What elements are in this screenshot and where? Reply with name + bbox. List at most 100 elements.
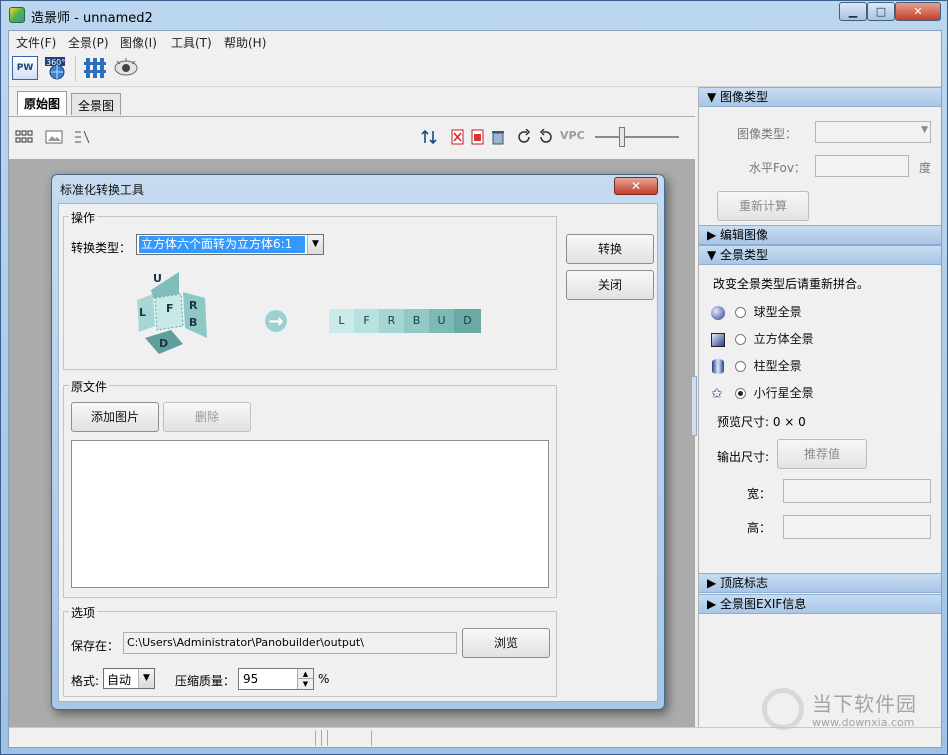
browse-button[interactable]: 浏览 xyxy=(462,628,550,658)
cube-label-b: B xyxy=(189,316,198,329)
minimize-button[interactable]: ▁ xyxy=(839,2,867,21)
status-divider xyxy=(327,730,328,746)
image-view-icon[interactable] xyxy=(45,129,63,145)
radio-cube[interactable] xyxy=(734,334,746,345)
section-edit-image-label: 编辑图像 xyxy=(720,228,769,242)
format-label: 格式: xyxy=(71,674,100,688)
option-cube[interactable]: 立方体全景 xyxy=(711,330,814,350)
delete-selected-icon[interactable] xyxy=(450,129,468,145)
source-files-label: 原文件 xyxy=(69,378,110,395)
format-value: 自动 xyxy=(107,673,132,687)
status-divider xyxy=(315,730,316,746)
status-divider xyxy=(371,730,372,746)
width-input[interactable] xyxy=(783,479,931,503)
option-little-planet[interactable]: ✩ 小行星全景 xyxy=(711,384,814,404)
strip-face-r: R xyxy=(379,309,404,333)
save-path-input[interactable]: C:\Users\Administrator\Panobuilder\outpu… xyxy=(123,632,457,654)
file-list[interactable] xyxy=(71,440,549,588)
splitter-handle[interactable] xyxy=(691,376,697,436)
section-pano-type[interactable]: ▼ 全景类型 xyxy=(699,245,941,265)
toolbar: PW 360° xyxy=(9,51,941,87)
arrow-right-icon: → xyxy=(263,308,289,334)
thumbnail-view-icon[interactable] xyxy=(15,129,33,145)
convert-type-select[interactable]: 立方体六个面转为立方体6:1 ▼ xyxy=(136,234,324,255)
strip-face-b: B xyxy=(404,309,429,333)
option-cylinder[interactable]: 柱型全景 xyxy=(711,357,802,377)
maximize-button[interactable]: □ xyxy=(867,2,895,21)
quality-label: 压缩质量： xyxy=(175,674,236,688)
zoom-slider-thumb[interactable] xyxy=(619,127,625,147)
convert-dialog: 标准化转换工具 ✕ 操作 转换类型： 立方体六个面转为立方体6:1 ▼ U L … xyxy=(51,174,665,710)
list-view-icon[interactable] xyxy=(73,129,91,145)
menu-image[interactable]: 图像(I) xyxy=(120,34,157,51)
add-image-button[interactable]: 添加图片 xyxy=(71,402,159,432)
options-group-label: 选项 xyxy=(69,604,98,621)
cube-icon xyxy=(711,332,725,347)
radio-little-planet[interactable] xyxy=(734,388,746,399)
chevron-down-icon[interactable]: ▼ xyxy=(307,235,323,254)
quality-stepper[interactable]: 95 ▲ ▼ xyxy=(238,668,314,690)
add-file-icon[interactable] xyxy=(470,129,488,145)
eye-icon[interactable] xyxy=(113,56,139,80)
close-button[interactable]: ✕ xyxy=(895,2,941,21)
convert-button[interactable]: 转换 xyxy=(566,234,654,264)
rotate-left-icon[interactable] xyxy=(517,128,535,145)
vpc-label: VPC xyxy=(560,129,585,142)
watermark-logo xyxy=(762,688,804,730)
stepper-down-icon[interactable]: ▼ xyxy=(297,679,313,689)
hfov-label: 水平Fov： xyxy=(749,161,806,175)
tab-panorama[interactable]: 全景图 xyxy=(71,93,122,115)
zoom-slider-track[interactable] xyxy=(595,136,679,138)
watermark-text: 当下软件园 xyxy=(812,692,917,716)
menu-tools[interactable]: 工具(T) xyxy=(171,34,212,51)
option-sphere[interactable]: 球型全景 xyxy=(711,303,802,323)
option-cylinder-label: 柱型全景 xyxy=(753,359,802,373)
cube-label-r: R xyxy=(189,299,198,312)
menu-file[interactable]: 文件(F) xyxy=(16,34,56,51)
star-icon: ✩ xyxy=(711,385,723,402)
pw-icon[interactable]: PW xyxy=(12,56,38,80)
view-toolbar: VPC xyxy=(9,117,695,159)
section-edit-image[interactable]: ▶ 编辑图像 xyxy=(699,225,941,245)
trash-icon[interactable] xyxy=(490,129,508,145)
dialog-close-button[interactable]: ✕ xyxy=(614,177,658,195)
height-input[interactable] xyxy=(783,515,931,539)
grid-icon[interactable] xyxy=(83,56,107,80)
height-label: 高： xyxy=(747,521,772,535)
recalculate-button[interactable]: 重新计算 xyxy=(717,191,809,221)
option-cube-label: 立方体全景 xyxy=(753,332,814,346)
output-size-label: 输出尺寸: xyxy=(717,450,770,464)
section-exif[interactable]: ▶ 全景图EXIF信息 xyxy=(699,594,941,614)
cylinder-icon xyxy=(712,359,724,374)
delete-button[interactable]: 删除 xyxy=(163,402,251,432)
360-globe-icon[interactable]: 360° xyxy=(43,56,69,80)
format-select[interactable]: 自动 ▼ xyxy=(103,668,155,689)
section-top-bottom[interactable]: ▶ 顶底标志 xyxy=(699,573,941,593)
radio-sphere[interactable] xyxy=(734,307,746,318)
right-panel: ▼ 图像类型 图像类型： ▼ 水平Fov： 度 重新计算 ▶ 编辑图像 ▼ 全景… xyxy=(698,87,941,727)
recommend-button[interactable]: 推荐值 xyxy=(777,439,867,469)
section-image-type-label: 图像类型 xyxy=(720,90,769,104)
stepper-up-icon[interactable]: ▲ xyxy=(297,669,313,679)
chevron-down-icon[interactable]: ▼ xyxy=(138,669,154,688)
toolbar-separator xyxy=(75,56,76,82)
hfov-input[interactable] xyxy=(815,155,909,177)
watermark-url: www.downxia.com xyxy=(812,716,915,729)
section-image-type[interactable]: ▼ 图像类型 xyxy=(699,87,941,107)
menu-help[interactable]: 帮助(H) xyxy=(224,34,266,51)
degree-unit: 度 xyxy=(919,161,932,175)
tab-original[interactable]: 原始图 xyxy=(17,91,68,115)
quality-value: 95 xyxy=(243,672,259,686)
strip-face-l: L xyxy=(329,309,354,333)
pano-type-note: 改变全景类型后请重新拼合。 xyxy=(713,277,870,291)
operation-group-label: 操作 xyxy=(69,209,98,226)
image-type-select[interactable]: ▼ xyxy=(815,121,931,143)
close-dialog-button[interactable]: 关闭 xyxy=(566,270,654,300)
cube-label-l: L xyxy=(139,306,147,319)
radio-cylinder[interactable] xyxy=(734,361,746,372)
menu-panorama[interactable]: 全景(P) xyxy=(68,34,109,51)
sort-icon[interactable] xyxy=(421,129,439,145)
app-logo-icon xyxy=(9,7,25,23)
face-strip: L F R B U D xyxy=(329,309,481,333)
rotate-right-icon[interactable] xyxy=(537,128,555,145)
